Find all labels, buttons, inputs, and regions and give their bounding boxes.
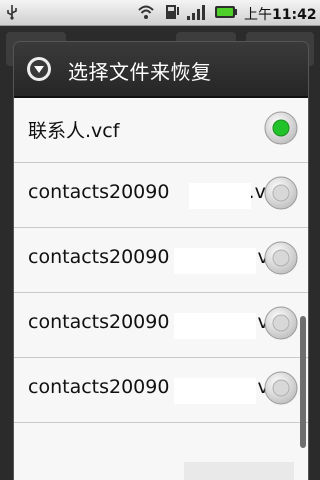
radio-button[interactable]: [264, 371, 298, 405]
list-item[interactable]: contacts20090 .v: [14, 293, 308, 358]
file-name: 联系人.vcf: [28, 120, 120, 142]
file-list: 联系人.vcf contacts20090 3.v contacts20090 …: [14, 98, 308, 480]
redaction-block: [174, 313, 256, 339]
radio-button-selected[interactable]: [264, 111, 298, 145]
list-item[interactable]: contacts20090 3.v: [14, 163, 308, 228]
sim-icon: [164, 3, 180, 21]
list-item[interactable]: 联系人.vcf: [14, 98, 308, 163]
battery-icon: [214, 3, 238, 21]
radio-button[interactable]: [264, 306, 298, 340]
list-item[interactable]: contacts20090 .v: [14, 358, 308, 423]
scrollbar-thumb[interactable]: [300, 316, 306, 448]
redaction-block: [174, 248, 256, 274]
status-clock: 上午11:42: [244, 7, 317, 23]
restore-file-dialog: 选择文件来恢复 联系人.vcf contacts20090 3.v contac…: [14, 42, 308, 480]
radio-button[interactable]: [264, 176, 298, 210]
signal-icon: [186, 3, 208, 21]
status-bar: 上午11:42: [0, 0, 320, 26]
chevron-down-circle-icon[interactable]: [26, 56, 52, 82]
blurred-area: [184, 462, 294, 480]
redaction-block: [174, 378, 256, 404]
wifi-icon: [138, 3, 154, 21]
radio-button[interactable]: [264, 241, 298, 275]
list-item[interactable]: contacts20090 .v: [14, 228, 308, 293]
usb-icon: [4, 4, 20, 20]
redaction-block: [189, 183, 251, 209]
dialog-title: 选择文件来恢复: [68, 60, 212, 84]
dialog-header: 选择文件来恢复: [14, 42, 308, 98]
scrollbar[interactable]: [300, 316, 306, 448]
